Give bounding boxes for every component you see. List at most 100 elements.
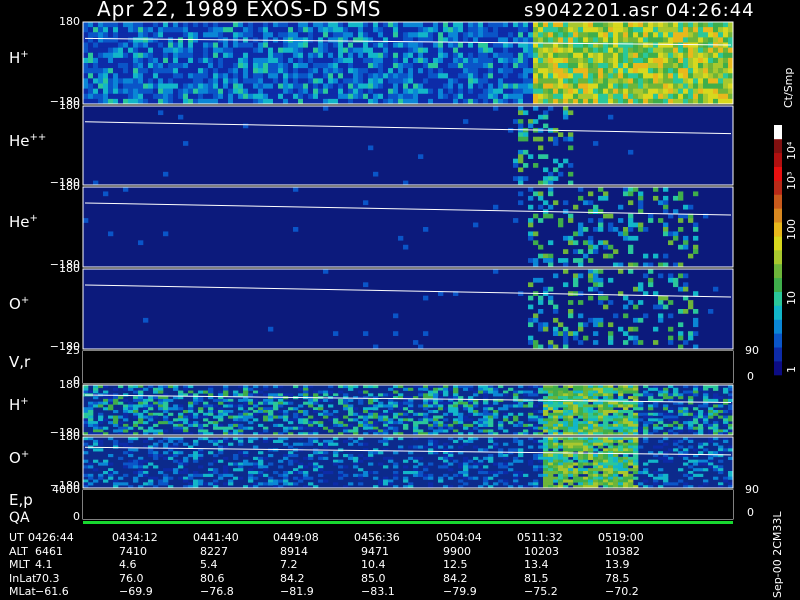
panel-label-main: E,p	[9, 490, 33, 509]
ephemeris-value: 0441:40	[193, 531, 239, 544]
ephemeris-row: InLat 70.3 76.0 80.6 84.2 85.0 84.2 81.5 78.5	[0, 572, 800, 585]
panel-1	[82, 21, 734, 105]
ephemeris-label: MLT	[9, 558, 30, 571]
ephemeris-value: −79.9	[443, 585, 477, 598]
ephemeris-value: 0519:00	[598, 531, 644, 544]
ephemeris-value: 10.4	[361, 558, 386, 571]
ephemeris-value: −70.2	[605, 585, 639, 598]
panel-label-7: O+	[9, 449, 29, 467]
y-tick-top: 4000	[52, 483, 80, 496]
right-tick-bottom: 0	[747, 370, 754, 383]
panel-label-5: V,r	[9, 353, 30, 371]
ephemeris-value: 0434:12	[112, 531, 158, 544]
panel-label-sup: +	[20, 448, 30, 460]
panel-label-main: O	[9, 448, 21, 467]
ephemeris-value: 84.2	[443, 571, 468, 585]
ephemeris-label: ALT	[9, 544, 28, 558]
ephemeris-value: −61.6	[35, 585, 69, 598]
ephemeris-value: 0504:04	[436, 531, 482, 544]
panel-label-6: H+	[9, 396, 29, 414]
ephemeris-value: 13.9	[605, 558, 630, 571]
ephemeris-value: 70.3	[35, 571, 60, 585]
colorbar-unit-label: Ct/Smp	[782, 67, 795, 108]
y-tick-top: 180	[59, 262, 80, 275]
ephemeris-value: 8227	[200, 544, 228, 558]
ephemeris-value: 5.4	[200, 558, 218, 571]
panel-label-main: H	[9, 396, 21, 414]
ephemeris-value: 10203	[524, 544, 559, 558]
panel-7	[82, 436, 734, 489]
ephemeris-value: 9900	[443, 544, 471, 558]
ephemeris-value: 0511:32	[517, 531, 563, 544]
footer-id: Sep-00 2CM33L	[771, 511, 784, 599]
ephemeris-value: −83.1	[361, 585, 395, 598]
panel-label-sup: +	[29, 213, 38, 224]
ephemeris-value: 0426:44	[28, 531, 74, 544]
panel-label-main: He	[9, 131, 30, 150]
panel-label-sup: +	[20, 295, 30, 306]
ephemeris-value: 7.2	[280, 558, 298, 571]
right-tick-bottom: 0	[747, 506, 754, 519]
panel-label-main: O	[9, 295, 21, 313]
y-tick-bottom: 0	[73, 510, 80, 523]
ephemeris-value: 4.1	[35, 558, 53, 571]
colorbar-tick: 10	[785, 291, 798, 305]
ephemeris-value: −75.2	[524, 585, 558, 598]
ephemeris-value: 10382	[605, 544, 640, 558]
colorbar-tick: 100	[785, 219, 798, 240]
ephemeris-value: 0456:36	[354, 531, 400, 544]
panel-2	[82, 105, 734, 186]
colorbar-tick: 1	[785, 366, 798, 373]
colorbar-scale	[774, 125, 782, 376]
panel-3	[82, 186, 734, 268]
panel-label-main: H	[9, 49, 21, 67]
panel-label-main: He	[9, 213, 30, 231]
y-tick-top: 180	[59, 15, 80, 28]
ephemeris-value: 4.6	[119, 558, 137, 571]
ephemeris-value: −81.9	[280, 585, 314, 598]
ephemeris-value: 8914	[280, 544, 308, 558]
ephemeris-value: −76.8	[200, 585, 234, 598]
panel-label-1: H+	[9, 49, 29, 67]
ephemeris-value: 78.5	[605, 571, 630, 585]
panel-label-sup: +	[20, 49, 29, 60]
panel-4	[82, 268, 734, 350]
ephemeris-value: 80.6	[200, 571, 225, 585]
panel-label-sup: ++	[29, 131, 47, 143]
panel-label-main: V,r	[9, 353, 31, 371]
y-tick-top: 25	[66, 344, 80, 357]
ephemeris-value: 7410	[119, 544, 147, 558]
panel-label-sup: +	[20, 396, 29, 407]
ephemeris-value: 13.4	[524, 558, 549, 571]
panel-label-4: O+	[9, 295, 29, 313]
ephemeris-value: 9471	[361, 544, 389, 558]
ephemeris-row: MLT 4.1 4.6 5.4 7.2 10.4 12.5 13.4 13.9	[0, 558, 800, 571]
right-tick-top: 90	[745, 483, 759, 496]
panel-6	[82, 384, 734, 436]
panel-label-8: E,p	[9, 491, 33, 509]
ephemeris-value: 0449:08	[273, 531, 319, 544]
ephemeris-value: 6461	[35, 544, 63, 558]
ephemeris-value: 84.2	[280, 571, 305, 585]
ephemeris-label: UT	[9, 531, 24, 544]
panel-label-2: He++	[9, 132, 46, 150]
qa-label: QA	[9, 510, 30, 526]
ephemeris-row: MLat −61.6 −69.9 −76.8 −81.9 −83.1 −79.9 −75.2 −…	[0, 585, 800, 598]
ephemeris-label: InLat	[9, 571, 37, 585]
spectrogram-plot	[82, 21, 782, 524]
ephemeris-row: UT 0426:44 0434:12 0441:40 0449:08 0456:36 050…	[0, 531, 800, 544]
ephemeris-value: 81.5	[524, 571, 549, 585]
ephemeris-value: 12.5	[443, 558, 468, 571]
panel-label-3: He+	[9, 213, 38, 231]
y-tick-top: 180	[59, 378, 80, 391]
ephemeris-row: ALT 6461 7410 8227 8914 9471 9900 10203 10382	[0, 545, 800, 558]
ephemeris-label: MLat	[9, 585, 36, 598]
y-tick-top: 180	[59, 99, 80, 112]
colorbar-tick: 10⁴	[785, 141, 798, 160]
ephemeris-value: 76.0	[119, 571, 144, 585]
ephemeris-value: −69.9	[119, 585, 153, 598]
y-tick-top: 180	[59, 180, 80, 193]
colorbar-tick: 10³	[785, 171, 798, 190]
y-tick-top: 180	[59, 430, 80, 443]
ephemeris-value: 85.0	[361, 571, 386, 585]
